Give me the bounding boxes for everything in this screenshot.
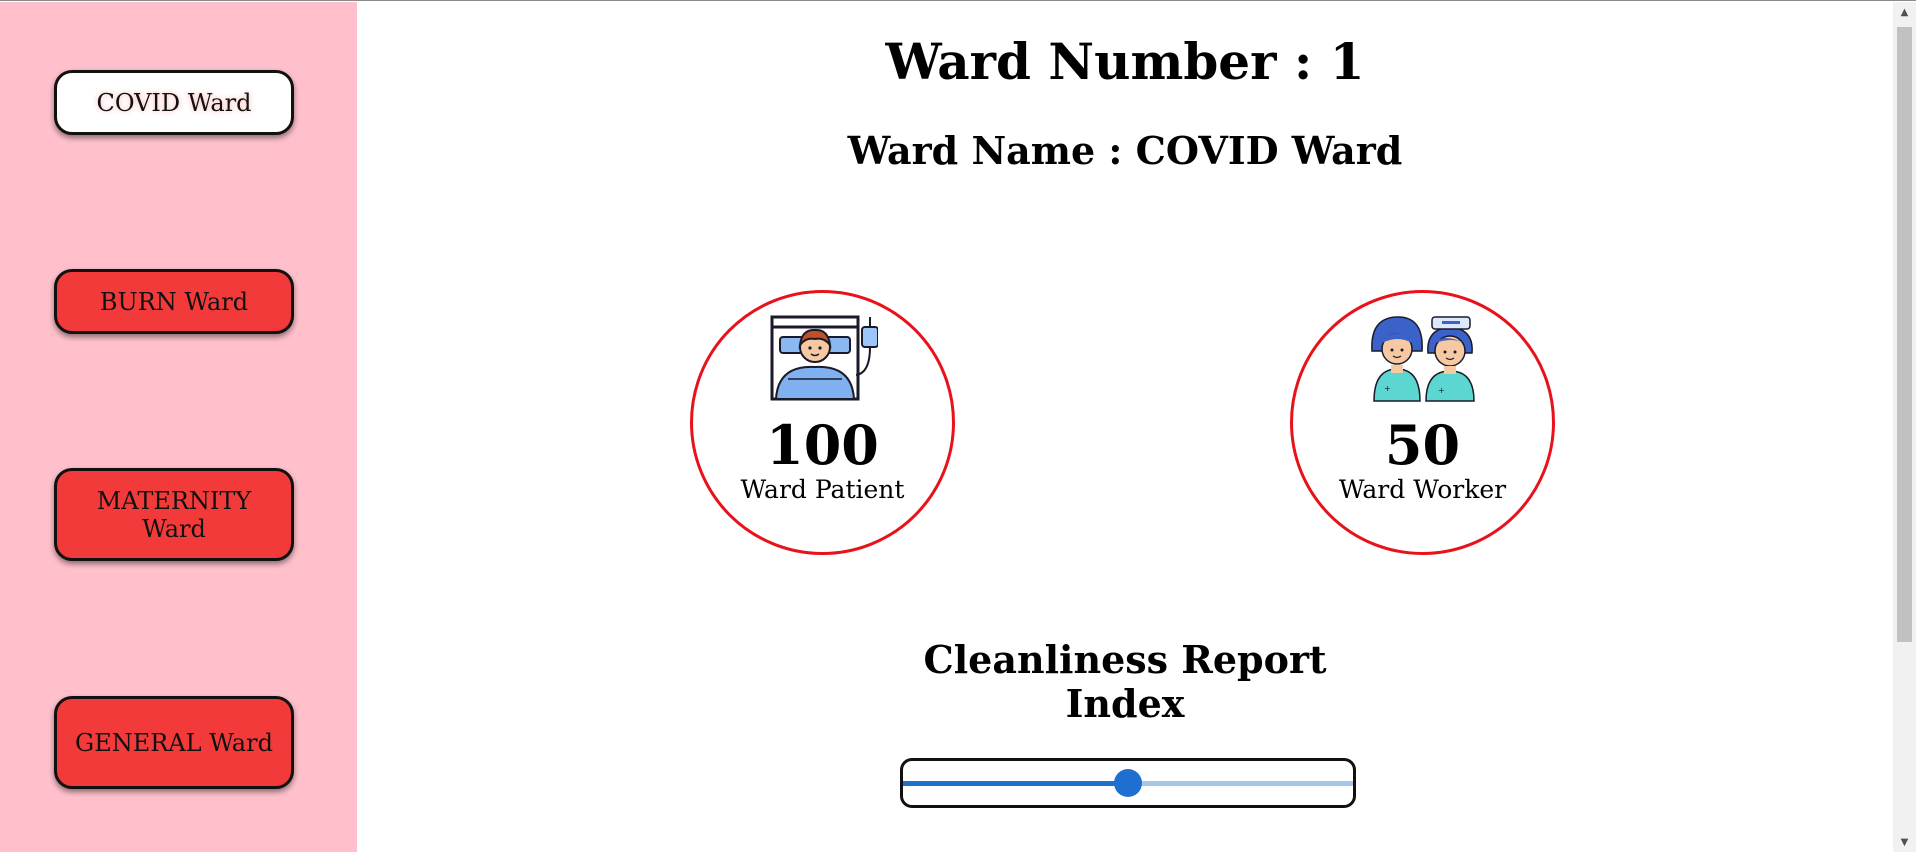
sidebar: COVID Ward BURN Ward MATERNITY Ward GENE… bbox=[0, 2, 357, 852]
sidebar-item-maternity-ward[interactable]: MATERNITY Ward bbox=[54, 468, 294, 561]
ward-worker-card: + + 50 Ward Worker bbox=[1290, 290, 1555, 555]
sidebar-item-general-ward[interactable]: GENERAL Ward bbox=[54, 696, 294, 789]
cleanliness-report-title: Cleanliness Report Index bbox=[357, 638, 1893, 726]
scrollbar-thumb[interactable] bbox=[1897, 27, 1912, 642]
ward-patient-label: Ward Patient bbox=[740, 475, 905, 504]
cleanliness-title-line2: Index bbox=[1065, 681, 1185, 726]
ward-patient-count: 100 bbox=[766, 413, 879, 477]
slider-track-fill bbox=[903, 781, 1128, 786]
slider-thumb[interactable] bbox=[1114, 769, 1142, 797]
scroll-down-arrow-icon[interactable]: ▼ bbox=[1893, 832, 1916, 852]
ward-worker-label: Ward Worker bbox=[1338, 475, 1507, 504]
ward-patient-card: 100 Ward Patient bbox=[690, 290, 955, 555]
svg-text:+: + bbox=[1438, 386, 1445, 395]
patient-in-bed-icon bbox=[770, 315, 878, 401]
nurses-icon: + + bbox=[1370, 316, 1475, 402]
cleanliness-title-line1: Cleanliness Report bbox=[923, 637, 1327, 682]
svg-text:+: + bbox=[1384, 384, 1391, 393]
main-content: Ward Number : 1 Ward Name : COVID Ward 1… bbox=[357, 2, 1893, 852]
scroll-up-arrow-icon[interactable]: ▲ bbox=[1893, 2, 1916, 22]
cleanliness-slider[interactable] bbox=[900, 758, 1356, 808]
page-title: Ward Number : 1 bbox=[885, 32, 1365, 91]
vertical-scrollbar[interactable]: ▲ ▼ bbox=[1893, 2, 1916, 852]
sidebar-item-burn-ward[interactable]: BURN Ward bbox=[54, 269, 294, 334]
sidebar-item-covid-ward[interactable]: COVID Ward bbox=[54, 70, 294, 135]
ward-name-heading: Ward Name : COVID Ward bbox=[847, 128, 1403, 173]
ward-worker-count: 50 bbox=[1384, 413, 1461, 477]
